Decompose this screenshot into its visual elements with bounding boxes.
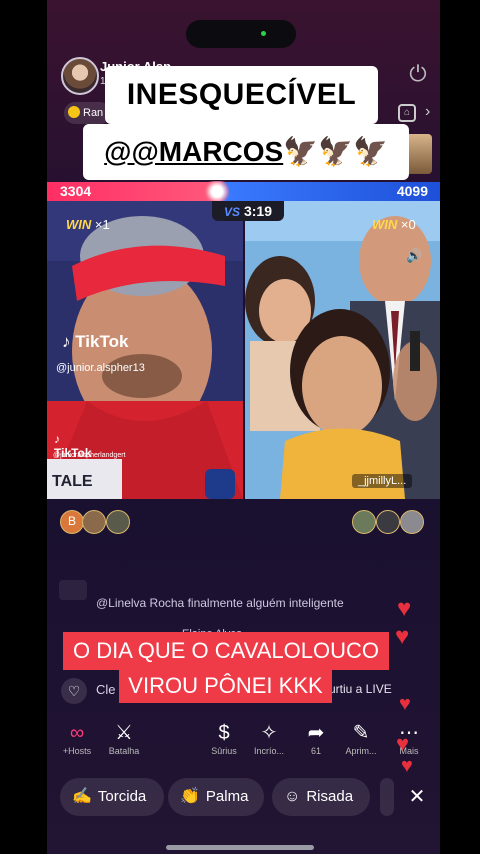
- palma-button[interactable]: 👏 Palma: [168, 778, 264, 816]
- win-mult-right: ×0: [400, 217, 416, 232]
- screen: Junior Alsp 1 ⏻ Ran ⌂ › 3304 4099 TALE: [0, 0, 480, 854]
- supporter-avatar[interactable]: [376, 510, 400, 534]
- speaker-icon[interactable]: 🔊: [406, 248, 422, 264]
- sparkle-icon: ✧: [260, 722, 278, 744]
- tool-share[interactable]: ➦ 61: [294, 720, 338, 756]
- tool-surius[interactable]: $ Sûrius: [202, 720, 246, 756]
- rank-label: Ran: [83, 107, 104, 119]
- tool-more[interactable]: ⋯ Mais: [387, 720, 431, 756]
- caption-bottom-line1: O DIA QUE O CAVALOLOUCO: [63, 632, 389, 670]
- home-indicator[interactable]: [166, 845, 314, 850]
- torcida-button[interactable]: ✍ Torcida: [60, 778, 164, 816]
- tiktok-watermark: ♪ TikTok: [62, 332, 129, 351]
- battle-score-bar: 3304 4099: [47, 181, 440, 202]
- win-streak-right: WIN ×0: [372, 217, 416, 232]
- battle-timer: VS 3:19: [212, 201, 284, 221]
- hand-icon: [68, 106, 80, 118]
- tool-battle[interactable]: ⚔ Batalha: [102, 720, 146, 756]
- battle-video-right[interactable]: [245, 201, 440, 499]
- cheer-icon: ✍: [72, 788, 92, 805]
- chat-avatar: [59, 580, 87, 600]
- heart-icon: ♥: [399, 693, 411, 715]
- dynamic-island: [186, 20, 296, 48]
- reaction-bar: ✍ Torcida 👏 Palma ☺ Risada ✕: [47, 778, 440, 818]
- win-label-left: WIN: [66, 217, 92, 232]
- camera-indicator-icon: [261, 31, 266, 36]
- home-icon[interactable]: ⌂: [398, 104, 416, 122]
- battle-icon: ⚔: [115, 722, 133, 744]
- like-icon[interactable]: ♡: [61, 678, 87, 704]
- supporter-avatar[interactable]: [82, 510, 106, 534]
- chevron-right-icon[interactable]: ›: [425, 103, 430, 121]
- score-left: 3304: [60, 183, 92, 199]
- tiktok-brand: TikTok: [75, 332, 129, 351]
- clap-icon: 👏: [180, 788, 200, 805]
- tool-label: Incrío...: [253, 746, 284, 756]
- tool-label: Sûrius: [211, 746, 237, 756]
- tool-label: Aprim...: [345, 746, 377, 756]
- risada-button[interactable]: ☺ Risada: [272, 778, 370, 816]
- vs-icon: VS: [223, 205, 240, 219]
- heart-icon: ♥: [397, 595, 412, 622]
- host-avatar[interactable]: [61, 57, 99, 95]
- svg-text:TALE: TALE: [52, 473, 93, 490]
- chat-message: @Linelva Rocha finalmente alguém intelig…: [96, 596, 344, 610]
- tool-label: +Hosts: [62, 746, 92, 756]
- heart-icon: ♥: [395, 623, 410, 650]
- win-mult-left: ×1: [94, 217, 110, 232]
- wand-icon: ✎: [352, 722, 370, 744]
- risada-label: Risada: [306, 788, 354, 805]
- tool-hosts[interactable]: ∞ +Hosts: [55, 720, 99, 756]
- tool-label: Batalha: [108, 746, 140, 756]
- chat-action: curtiu a LIVE: [323, 682, 392, 696]
- more-reactions-button[interactable]: [380, 778, 394, 816]
- chat-user: Cle: [96, 682, 116, 697]
- torcida-label: Torcida: [97, 788, 147, 805]
- close-icon[interactable]: ✕: [404, 784, 430, 810]
- more-icon: ⋯: [399, 722, 419, 744]
- link-icon: ∞: [69, 722, 85, 744]
- caption-title: INESQUECÍVEL: [105, 66, 378, 124]
- palma-label: Palma: [205, 788, 249, 805]
- supporter-avatar[interactable]: [106, 510, 130, 534]
- guest-video-frame: [245, 201, 440, 499]
- power-icon[interactable]: ⏻: [407, 63, 429, 85]
- supporter-avatar[interactable]: B: [60, 510, 84, 534]
- tool-label: 61: [310, 746, 321, 756]
- tiktok-watermark-user: @junior.alspher13: [56, 362, 145, 374]
- caption-bottom-line2: VIROU PÔNEI KKK: [119, 669, 332, 703]
- caption-mention: @@MARCOS🦅🦅🦅: [83, 124, 409, 180]
- score-right: 4099: [396, 183, 428, 199]
- caption-mention-text: @@MARCOS: [104, 136, 284, 167]
- tool-sparkle[interactable]: ✧ Incrío...: [247, 720, 291, 756]
- supporter-avatar[interactable]: [352, 510, 376, 534]
- laugh-icon: ☺: [284, 788, 301, 805]
- tool-enhance[interactable]: ✎ Aprim...: [339, 720, 383, 756]
- timer-value: 3:19: [243, 203, 273, 219]
- win-streak-left: WIN ×1: [66, 217, 110, 232]
- win-label-right: WIN: [372, 217, 398, 232]
- tiktok-watermark-user-small: @junioralspherlandgert: [53, 452, 126, 459]
- guest-username-tag[interactable]: _jjmillyL...: [352, 474, 413, 488]
- score-spark-icon: [202, 181, 232, 202]
- live-toolbar: ∞ +Hosts ⚔ Batalha $ Sûrius ✧ Incrío... ➦ 61 …: [47, 720, 440, 770]
- share-icon: ➦: [307, 722, 325, 744]
- eagle-emoji-icon: 🦅🦅🦅: [283, 136, 388, 167]
- dollar-icon: $: [218, 722, 230, 744]
- supporter-avatar[interactable]: [400, 510, 424, 534]
- tool-label: Mais: [399, 746, 419, 756]
